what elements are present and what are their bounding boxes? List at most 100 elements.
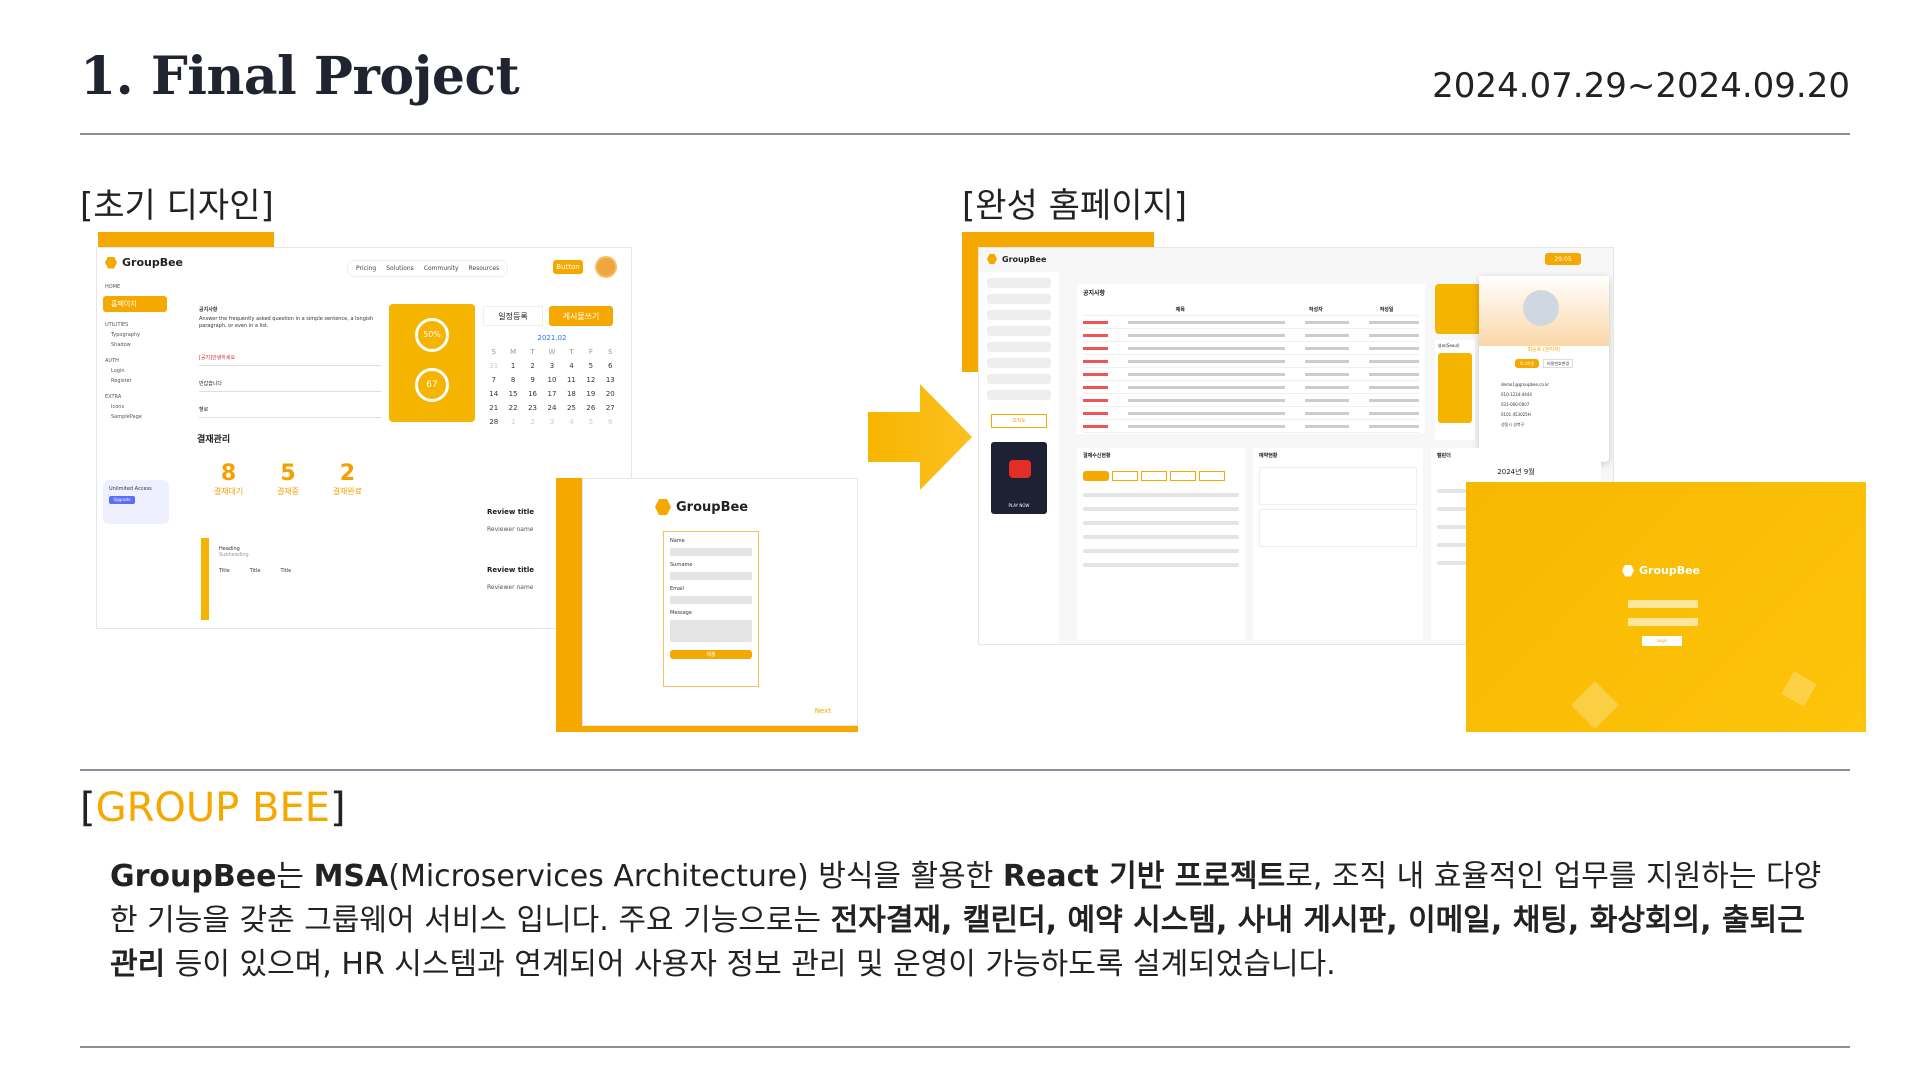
- initial-design-screenshot: GroupBee Pricing Solutions Community Resour…: [96, 247, 632, 629]
- mock-schedule-button: 일정등록: [483, 306, 543, 326]
- notice-row: [1083, 381, 1419, 394]
- final-profile-popup: 최승호 (관리자) 로그아웃 비밀번호변경 demo1@groupbee.co.…: [1479, 276, 1609, 462]
- mock-gauge-card: 50% 67: [389, 304, 475, 422]
- cal-date: 11: [566, 376, 576, 384]
- notice-row: [1083, 394, 1419, 407]
- cal-date: 2: [530, 418, 535, 426]
- mock-nav-button: Button: [553, 260, 583, 274]
- cal-date: 25: [566, 404, 576, 412]
- cal-day-head: M: [510, 348, 517, 356]
- mock-approval: 결재관리 8 결재대기 5 결재중 2 결재완료: [197, 435, 363, 496]
- notice-row: [1083, 329, 1419, 342]
- login-field-1: [1628, 600, 1698, 608]
- login-field-2: [1628, 618, 1698, 626]
- desc-part: 는: [276, 859, 314, 894]
- cal-date: 19: [586, 390, 596, 398]
- cal-date: 1: [510, 362, 516, 370]
- cal-date: 15: [508, 390, 518, 398]
- cal-date: 23: [528, 404, 538, 412]
- arrow-right-icon: [868, 384, 972, 490]
- login-logo: GroupBee: [1622, 564, 1700, 577]
- cal-date: 21: [489, 404, 499, 412]
- mock-sidebar-active: 홈페이지: [103, 296, 167, 312]
- cal-date: 16: [528, 390, 538, 398]
- cal-day-head: F: [588, 348, 593, 356]
- cal-date: 4: [569, 418, 574, 426]
- cal-date: 14: [489, 390, 499, 398]
- hexagon-logo-icon: [987, 254, 997, 264]
- hexagon-logo-icon: [105, 256, 117, 269]
- desc-part: React 기반 프로젝트: [1002, 859, 1286, 894]
- cal-date: 5: [588, 362, 594, 370]
- cal-date: 1: [510, 418, 516, 426]
- cal-day-head: S: [608, 348, 613, 356]
- login-screenshot: GroupBee Login: [1466, 482, 1866, 732]
- mock-heading-card: Heading Subheading Title Title Title: [201, 538, 405, 620]
- profile-avatar: [1523, 290, 1559, 326]
- desc-part: MSA: [313, 859, 389, 894]
- mock-write-button: 게시물쓰기: [549, 306, 613, 326]
- final-logo: GroupBee: [987, 254, 1046, 264]
- notice-row: [1083, 368, 1419, 381]
- mock-notice: 공지사항 Answer the frequently asked questio…: [199, 307, 374, 329]
- cal-day-head: S: [491, 348, 496, 356]
- form-logo: GroupBee: [655, 499, 748, 515]
- desc-part: 등이 있으며, HR 시스템과 연계되어 사용자 정보 관리 및 운영이 가능하…: [165, 947, 1336, 982]
- mock-dropdown-2: 반갑습니다: [199, 374, 381, 392]
- page-title: 1. Final Project: [80, 46, 520, 107]
- cal-date: 10: [547, 376, 557, 384]
- cal-day-head: T: [530, 348, 535, 356]
- groupbee-description: GroupBee는 MSA(Microservices Architecture…: [110, 855, 1830, 987]
- final-notice: 공지사항 제목 작성자 작성일: [1077, 284, 1425, 434]
- desc-part: GroupBee: [110, 859, 277, 894]
- notice-row: [1083, 355, 1419, 368]
- mock-dropdown-3: 헬로: [199, 400, 381, 418]
- diamond-shape-1: [1570, 680, 1620, 730]
- mock-sidebar: HOME 홈페이지 UTILITIES Typography Shadow AU…: [97, 278, 173, 508]
- mock-gauge-2: 67: [415, 368, 449, 402]
- cal-date: 20: [605, 390, 615, 398]
- date-range: 2024.07.29~2024.09.20: [1432, 66, 1850, 106]
- cal-date: 9: [530, 376, 535, 384]
- cal-date: 28: [489, 418, 499, 426]
- mock-unlimited-card: Unlimited Access Upgrade: [103, 480, 169, 524]
- mock-logo: GroupBee: [105, 256, 183, 269]
- mock-avatar: [595, 256, 617, 278]
- final-sidebar: 조직도 PLAY NOW: [979, 272, 1059, 644]
- cal-date: 13: [605, 376, 615, 384]
- form-next: Next: [814, 707, 831, 715]
- cal-date: 6: [608, 418, 613, 426]
- final-weather-card: 날씨(Seoul): [1435, 340, 1475, 440]
- cal-date: 22: [508, 404, 518, 412]
- cal-date: 17: [547, 390, 557, 398]
- groupbee-heading: [GROUP BEE]: [80, 785, 346, 831]
- initial-design-label: [초기 디자인]: [80, 186, 274, 226]
- final-side-button: 조직도: [991, 414, 1047, 428]
- mock-gauge-1: 50%: [415, 318, 449, 352]
- notice-row: [1083, 407, 1419, 420]
- cal-date: 6: [608, 362, 613, 370]
- cal-date: 3: [549, 362, 555, 370]
- middle-divider: [80, 769, 1850, 771]
- mock-dropdown-1: [공지]안녕하세요: [199, 348, 381, 366]
- hexagon-logo-icon: [1622, 564, 1634, 577]
- cal-day-head: W: [548, 348, 556, 356]
- desc-part: (Microservices Architecture) 방식을 활용한: [388, 859, 1003, 894]
- cal-date: 26: [586, 404, 596, 412]
- cal-date: 12: [586, 376, 596, 384]
- bottom-divider: [80, 1046, 1850, 1048]
- cal-date: 8: [510, 376, 516, 384]
- notice-row: [1083, 420, 1419, 433]
- login-button: Login: [1642, 636, 1682, 646]
- cal-date: 5: [588, 418, 594, 426]
- final-booking: 예약현황: [1253, 448, 1423, 640]
- mock-nav: Pricing Solutions Community Resources: [347, 260, 509, 277]
- cal-date: 18: [566, 390, 576, 398]
- notice-row: [1083, 342, 1419, 355]
- diamond-shape-2: [1781, 671, 1817, 707]
- final-timer: 29:05: [1545, 253, 1581, 265]
- cal-day-head: T: [569, 348, 574, 356]
- cal-date: 3: [549, 418, 555, 426]
- cal-date: 2: [530, 362, 535, 370]
- hexagon-logo-icon: [655, 499, 671, 515]
